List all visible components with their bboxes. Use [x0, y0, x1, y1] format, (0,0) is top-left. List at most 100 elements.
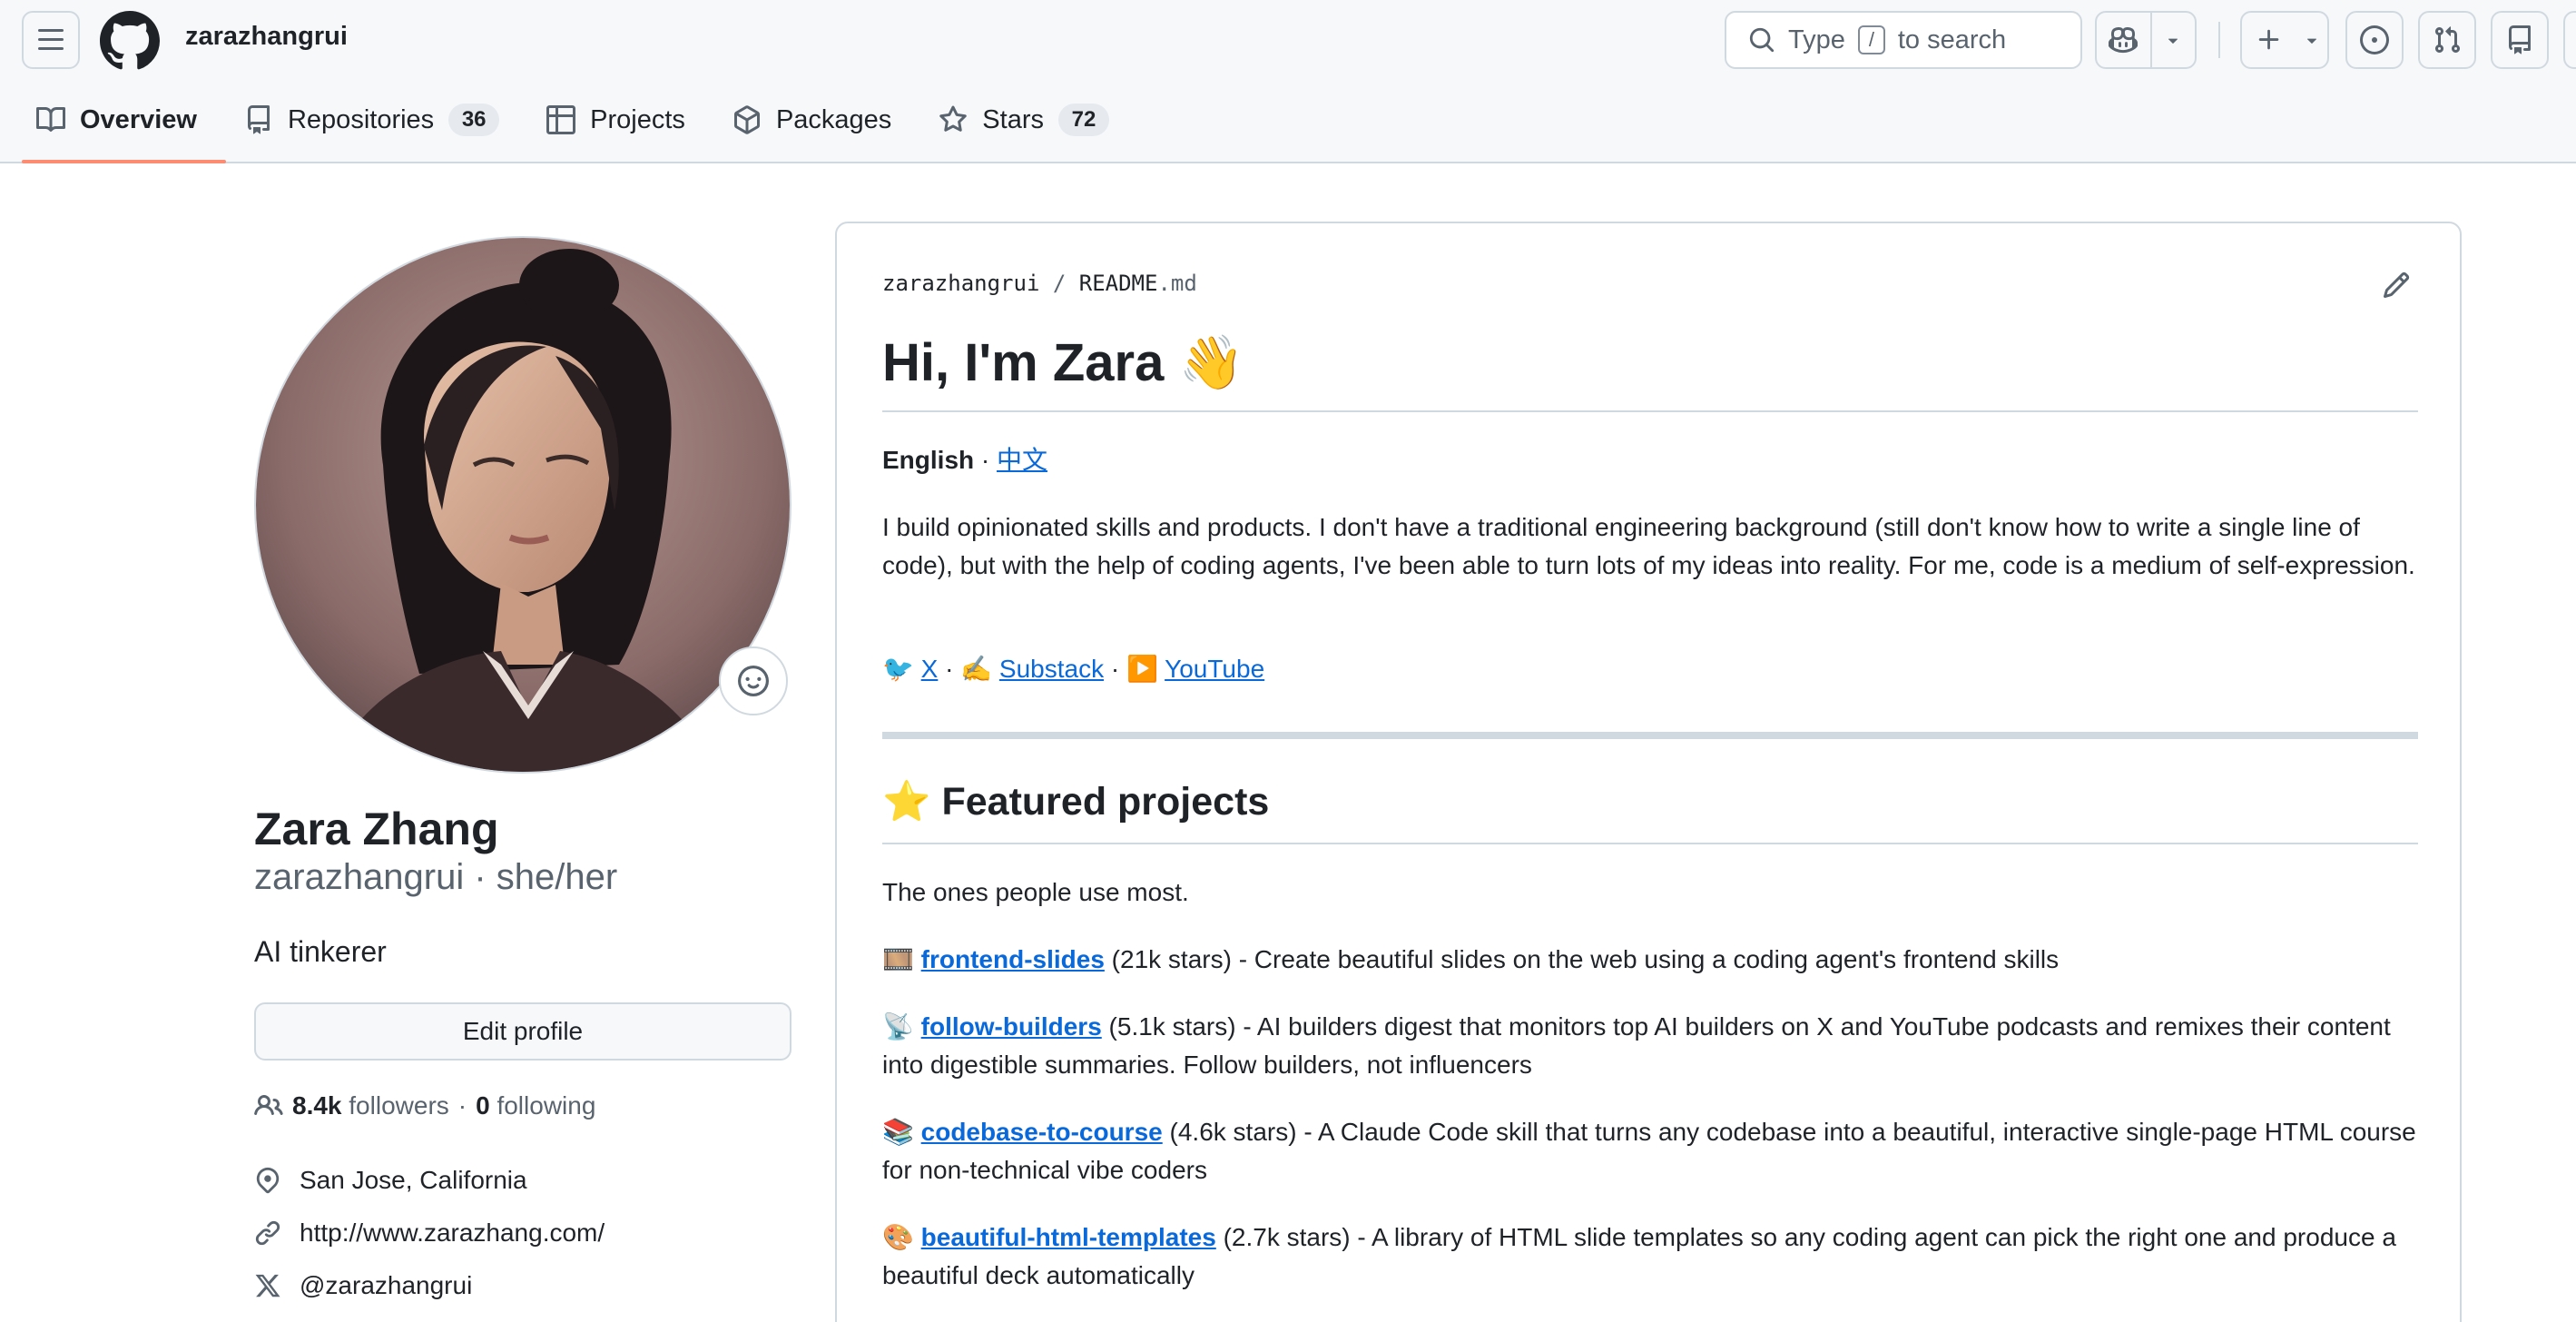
profile-full-name: Zara Zhang: [254, 804, 499, 854]
plus-segment[interactable]: [2242, 13, 2296, 67]
repositories-counter: 36: [448, 104, 500, 136]
pull-requests-button[interactable]: [2418, 11, 2476, 69]
profile-twitter-link[interactable]: @zarazhangrui: [300, 1271, 472, 1300]
artist-palette-icon: 🎨: [882, 1222, 914, 1252]
website-row: http://www.zarazhang.com/: [254, 1218, 605, 1248]
header-separator: [2218, 22, 2220, 58]
tab-projects[interactable]: Projects: [532, 96, 700, 143]
smiley-icon: [738, 666, 769, 696]
project-item: 🎞️ frontend-slides (21k stars) - Create …: [882, 941, 2418, 979]
profile-tabs: Overview Repositories 36 Projects Packag…: [22, 96, 1142, 163]
featured-subtitle: The ones people use most.: [882, 878, 1189, 906]
package-icon: [733, 105, 760, 134]
follow-separator: ·: [457, 1091, 467, 1120]
project-stars: (21k stars): [1104, 945, 1232, 973]
repo-icon: [2509, 25, 2531, 54]
youtube-link[interactable]: YouTube: [1165, 655, 1264, 683]
github-logo-icon[interactable]: [100, 11, 160, 71]
edit-profile-button[interactable]: Edit profile: [254, 1002, 791, 1061]
tab-stars[interactable]: Stars 72: [924, 96, 1124, 143]
tab-label: Projects: [590, 104, 685, 134]
link-icon: [255, 1220, 280, 1246]
readme-title: Hi, I'm Zara 👋: [882, 333, 1244, 392]
section-divider: [882, 732, 2418, 739]
copilot-dropdown[interactable]: [2152, 13, 2195, 67]
triangle-down-icon: [2168, 38, 2178, 44]
project-link-codebase-to-course[interactable]: codebase-to-course: [921, 1118, 1163, 1146]
project-stars: (2.7k stars): [1215, 1223, 1351, 1251]
search-prefix: Type: [1788, 25, 1845, 54]
edit-readme-button[interactable]: [2378, 267, 2414, 303]
tab-repositories[interactable]: Repositories 36: [230, 96, 514, 143]
profile-bio: AI tinkerer: [254, 935, 387, 968]
avatar-menu-button[interactable]: [2563, 11, 2576, 69]
project-item: 📡 follow-builders (5.1k stars) - AI buil…: [882, 1008, 2418, 1084]
crumb-separator: /: [1052, 271, 1067, 296]
tab-label: Repositories: [287, 104, 435, 134]
readme-breadcrumb: zarazhangrui / README.md: [882, 271, 1197, 296]
featured-projects-heading: ⭐ Featured projects: [882, 780, 1270, 824]
readme-card: zarazhangrui / README.md Hi, I'm Zara 👋 …: [835, 222, 2462, 1322]
heading-divider: [882, 843, 2418, 844]
search-input[interactable]: Type / to search: [1725, 11, 2082, 69]
copilot-icon: [2109, 26, 2138, 54]
tab-overview[interactable]: Overview: [22, 96, 226, 163]
project-item: 🎨 beautiful-html-templates (2.7k stars) …: [882, 1218, 2418, 1295]
x-link[interactable]: X: [921, 655, 939, 683]
crumb-file: README: [1078, 271, 1158, 296]
project-link-follow-builders[interactable]: follow-builders: [921, 1012, 1102, 1041]
avatar-container: [254, 236, 791, 774]
link-separator: ·: [1104, 655, 1126, 683]
profile-handle: zarazhangrui · she/her: [254, 857, 618, 897]
x-logo-icon: [255, 1274, 280, 1297]
search-icon: [1749, 27, 1775, 53]
project-stars: (5.1k stars): [1101, 1012, 1236, 1041]
crumb-user[interactable]: zarazhangrui: [882, 271, 1039, 296]
copilot-button-group: [2095, 11, 2197, 69]
issues-button[interactable]: [2345, 11, 2404, 69]
search-shortcut-key: /: [1857, 25, 1885, 54]
location-icon: [256, 1167, 280, 1194]
tab-packages[interactable]: Packages: [718, 96, 906, 143]
followers-link[interactable]: 8.4k followers: [292, 1091, 449, 1120]
pencil-icon: [2383, 271, 2410, 299]
menu-button[interactable]: [22, 11, 80, 69]
project-link-beautiful-html-templates[interactable]: beautiful-html-templates: [921, 1223, 1216, 1251]
writing-hand-icon: ✍️: [960, 654, 993, 684]
issue-opened-icon: [2360, 25, 2389, 54]
stars-counter: 72: [1057, 104, 1109, 136]
create-dropdown[interactable]: [2296, 13, 2327, 67]
crumb-extension: .md: [1157, 271, 1197, 296]
tab-label: Stars: [982, 104, 1044, 134]
followers-count: 8.4k: [292, 1091, 342, 1120]
project-item: 📚 codebase-to-course (4.6k stars) - A Cl…: [882, 1113, 2418, 1189]
substack-link[interactable]: Substack: [999, 655, 1104, 683]
social-links: 🐦 X · ✍️ Substack · ▶️ YouTube: [882, 650, 2418, 688]
film-frames-icon: 🎞️: [882, 944, 914, 974]
bird-icon: 🐦: [882, 654, 914, 684]
project-stars: (4.6k stars): [1162, 1118, 1297, 1146]
copilot-button[interactable]: [2097, 13, 2150, 67]
star-icon: [939, 105, 968, 132]
repositories-button[interactable]: [2491, 11, 2549, 69]
following-label: following: [497, 1091, 596, 1120]
following-count: 0: [476, 1091, 490, 1120]
location-row: San Jose, California: [254, 1166, 527, 1195]
create-new-button[interactable]: [2240, 11, 2329, 69]
profile-website-link[interactable]: http://www.zarazhang.com/: [300, 1218, 605, 1248]
book-icon: [36, 106, 65, 132]
header-username[interactable]: zarazhangrui: [185, 22, 348, 52]
link-separator: ·: [938, 655, 961, 683]
project-link-frontend-slides[interactable]: frontend-slides: [921, 945, 1105, 973]
set-status-button[interactable]: [719, 646, 788, 715]
play-button-icon: ▶️: [1126, 654, 1158, 684]
following-link[interactable]: 0 following: [476, 1091, 595, 1120]
satellite-antenna-icon: 📡: [882, 1011, 914, 1041]
git-pull-request-icon: [2434, 26, 2461, 54]
avatar[interactable]: [254, 236, 791, 774]
plus-icon: [2258, 29, 2279, 50]
title-divider: [882, 410, 2418, 412]
project-description: - Create beautiful slides on the web usi…: [1231, 945, 2060, 973]
tab-label: Packages: [775, 104, 892, 134]
lang-chinese-link[interactable]: 中文: [997, 446, 1047, 474]
